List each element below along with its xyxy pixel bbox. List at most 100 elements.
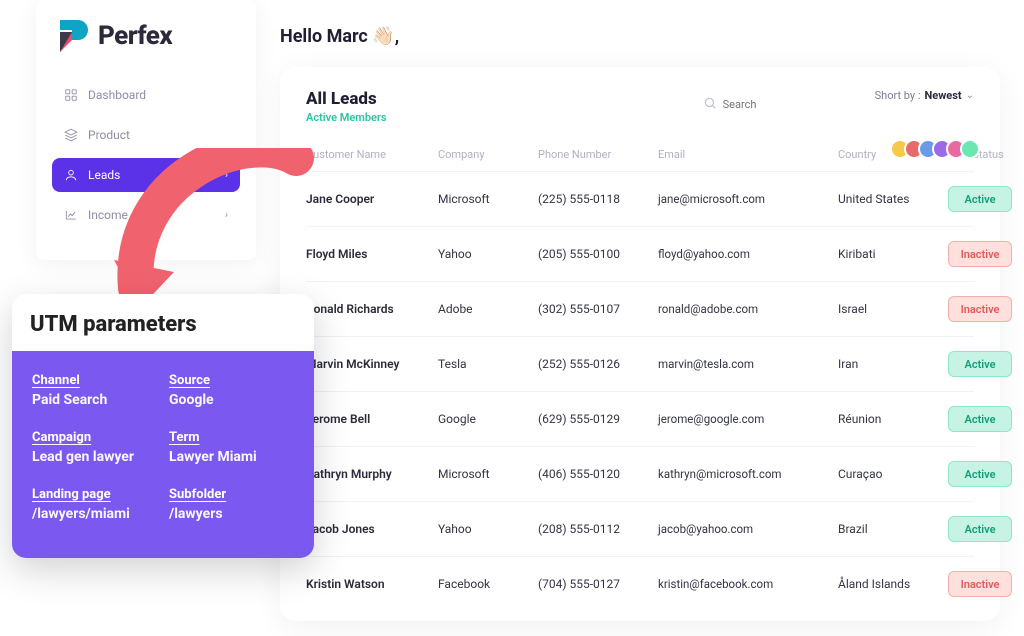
sidebar-item-product[interactable]: Product [52, 118, 240, 152]
cell-name: Ronald Richards [306, 302, 438, 316]
sidebar-item-leads[interactable]: Leads › [52, 158, 240, 192]
sidebar-item-label: Product [88, 128, 130, 142]
avatar-stack [896, 139, 980, 159]
cell-name: Kathryn Murphy [306, 467, 438, 481]
table-row[interactable]: Floyd MilesYahoo(205) 555-0100floyd@yaho… [306, 226, 974, 281]
utm-field: Landing page/lawyers/miami [32, 487, 157, 522]
search-input[interactable] [723, 98, 853, 111]
cell-phone: (252) 555-0126 [538, 357, 658, 371]
cell-company: Microsoft [438, 467, 538, 481]
status-badge: Active [948, 461, 1012, 487]
chevron-down-icon: ⌄ [966, 90, 974, 101]
cell-email: jane@microsoft.com [658, 192, 838, 206]
utm-field: Channel Paid Search [32, 373, 157, 408]
utm-field-value: Paid Search [32, 392, 157, 408]
sidebar-item-income[interactable]: Income › [52, 198, 240, 232]
cell-company: Google [438, 412, 538, 426]
cell-country: Brazil [838, 522, 948, 536]
utm-field-value: /lawyers [169, 506, 294, 522]
cell-country: United States [838, 192, 948, 206]
cell-company: Yahoo [438, 522, 538, 536]
cell-phone: (208) 555-0112 [538, 522, 658, 536]
utm-field-value: Google [169, 392, 294, 408]
utm-field-value: Lawyer Miami [169, 449, 294, 465]
status-badge: Active [948, 351, 1012, 377]
status-badge: Active [948, 186, 1012, 212]
th-company: Company [438, 148, 538, 161]
utm-field: SourceGoogle [169, 373, 294, 408]
cell-company: Facebook [438, 577, 538, 591]
sidebar-item-dashboard[interactable]: Dashboard [52, 78, 240, 112]
cell-company: Adobe [438, 302, 538, 316]
cell-country: Åland Islands [838, 577, 948, 591]
cell-phone: (205) 555-0100 [538, 247, 658, 261]
logo-text: Perfex [98, 21, 172, 51]
sidebar-item-label: Income [88, 208, 128, 222]
nav: Dashboard Product Leads › Income › [36, 70, 256, 232]
table-row[interactable]: Kathryn MurphyMicrosoft(406) 555-0120kat… [306, 446, 974, 501]
chevron-right-icon: › [225, 170, 228, 181]
product-icon [64, 128, 78, 142]
cell-country: Iran [838, 357, 948, 371]
search-box[interactable] [693, 89, 863, 120]
card-subtitle[interactable]: Active Members [306, 111, 387, 124]
hello-prefix: Hello [280, 26, 327, 47]
cell-name: Floyd Miles [306, 247, 438, 261]
utm-field-value: Lead gen lawyer [32, 449, 157, 465]
status-badge: Inactive [948, 571, 1012, 597]
sidebar-item-label: Dashboard [88, 88, 146, 102]
search-icon [703, 95, 717, 114]
cell-email: jerome@google.com [658, 412, 838, 426]
leads-icon [64, 168, 78, 182]
chevron-right-icon: › [225, 210, 228, 221]
table-row[interactable]: Jerome BellGoogle(629) 555-0129jerome@go… [306, 391, 974, 446]
utm-field-value: /lawyers/miami [32, 506, 157, 522]
cell-country: Réunion [838, 412, 948, 426]
popup-title: UTM parameters [12, 294, 314, 351]
page-greeting: Hello Marc 👋🏻, [280, 26, 1000, 47]
leads-card: All Leads Active Members Short by : Newe… [280, 67, 1000, 621]
avatar [960, 139, 980, 159]
status-badge: Active [948, 516, 1012, 542]
sort-dropdown[interactable]: Short by : Newest ⌄ [875, 89, 974, 102]
cell-company: Yahoo [438, 247, 538, 261]
income-icon [64, 208, 78, 222]
cell-country: Kiribati [838, 247, 948, 261]
cell-email: marvin@tesla.com [658, 357, 838, 371]
status-badge: Active [948, 406, 1012, 432]
status-badge: Inactive [948, 296, 1012, 322]
utm-field-label: Channel [32, 373, 157, 388]
table-body: Jane CooperMicrosoft(225) 555-0118jane@m… [306, 171, 974, 611]
cell-phone: (406) 555-0120 [538, 467, 658, 481]
cell-phone: (704) 555-0127 [538, 577, 658, 591]
cell-name: Jerome Bell [306, 412, 438, 426]
cell-country: Israel [838, 302, 948, 316]
card-title: All Leads [306, 89, 387, 109]
th-phone: Phone Number [538, 148, 658, 161]
cell-phone: (225) 555-0118 [538, 192, 658, 206]
utm-field: Campaign Lead gen lawyer [32, 430, 157, 465]
utm-field-label: Campaign [32, 430, 157, 445]
sort-label: Short by : [875, 89, 921, 102]
cell-company: Tesla [438, 357, 538, 371]
utm-field: Subfolder/lawyers [169, 487, 294, 522]
utm-field-label: Term [169, 430, 294, 445]
table-row[interactable]: Marvin McKinneyTesla(252) 555-0126marvin… [306, 336, 974, 391]
table-row[interactable]: Ronald RichardsAdobe(302) 555-0107ronald… [306, 281, 974, 336]
cell-name: Jane Cooper [306, 192, 438, 206]
th-name: Customer Name [306, 148, 438, 161]
sort-value: Newest [925, 89, 962, 102]
sidebar: Perfex Dashboard Product Leads › Income … [36, 0, 256, 260]
card-header: All Leads Active Members Short by : Newe… [306, 89, 974, 124]
cell-email: floyd@yahoo.com [658, 247, 838, 261]
cell-company: Microsoft [438, 192, 538, 206]
table-row[interactable]: Jacob JonesYahoo(208) 555-0112jacob@yaho… [306, 501, 974, 556]
table-row[interactable]: Kristin WatsonFacebook(704) 555-0127kris… [306, 556, 974, 611]
logo: Perfex [36, 18, 256, 70]
logo-mark-icon [54, 18, 90, 54]
cell-phone: (629) 555-0129 [538, 412, 658, 426]
cell-email: kathryn@microsoft.com [658, 467, 838, 481]
table-row[interactable]: Jane CooperMicrosoft(225) 555-0118jane@m… [306, 171, 974, 226]
utm-field-label: Landing page [32, 487, 157, 502]
cell-email: kristin@facebook.com [658, 577, 838, 591]
